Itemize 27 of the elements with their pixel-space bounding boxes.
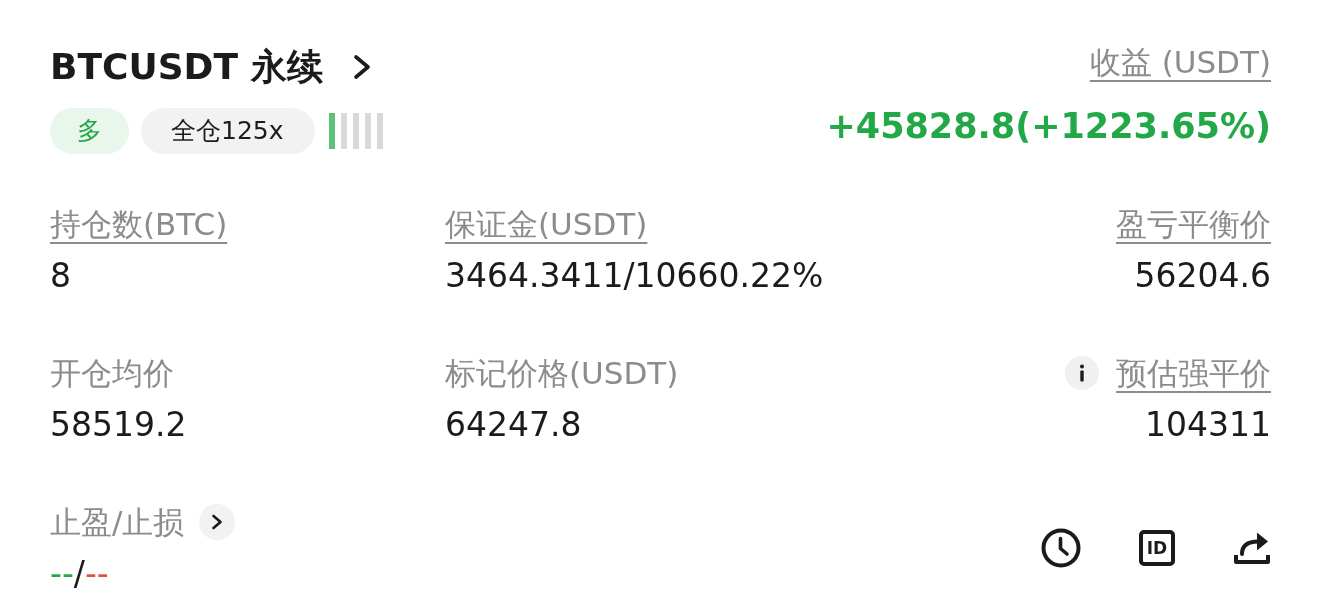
history-button[interactable]: [1041, 528, 1081, 568]
stat-label: 标记价格(USDT): [445, 354, 679, 393]
chevron-right-icon: [352, 54, 371, 80]
stat-value: 8: [50, 256, 71, 296]
pnl-value: +45828.8(+1223.65%): [826, 105, 1271, 148]
clock-icon: [1041, 528, 1081, 568]
id-button[interactable]: ID: [1139, 530, 1175, 566]
tp-sl-button[interactable]: [199, 504, 236, 540]
stat-value: 56204.6: [1134, 256, 1271, 296]
chevron-right-icon: [211, 514, 224, 530]
stat-value: 64247.8: [445, 405, 582, 445]
stat-label: 盈亏平衡价: [1116, 205, 1271, 244]
stat-label: 持仓数(BTC): [50, 205, 228, 244]
stat-label: 预估强平价: [1116, 354, 1271, 393]
pnl-label: 收益 (USDT): [1089, 43, 1271, 82]
share-button[interactable]: [1233, 531, 1271, 565]
margin-mode-tag: 全仓125x: [141, 108, 315, 154]
share-icon: [1233, 531, 1271, 565]
stat-value: 104311: [1145, 405, 1271, 445]
side-tag: 多: [50, 108, 129, 154]
stat-label: 开仓均价: [50, 354, 174, 393]
tp-sl-label: 止盈/止损: [50, 503, 185, 542]
stat-label: 保证金(USDT): [445, 205, 648, 244]
tp-sl-value: --/--: [50, 554, 109, 594]
stat-value: 3464.3411/10660.22%: [445, 256, 824, 296]
stat-value: 58519.2: [50, 405, 187, 445]
contract-link[interactable]: BTCUSDT 永续: [50, 42, 371, 92]
